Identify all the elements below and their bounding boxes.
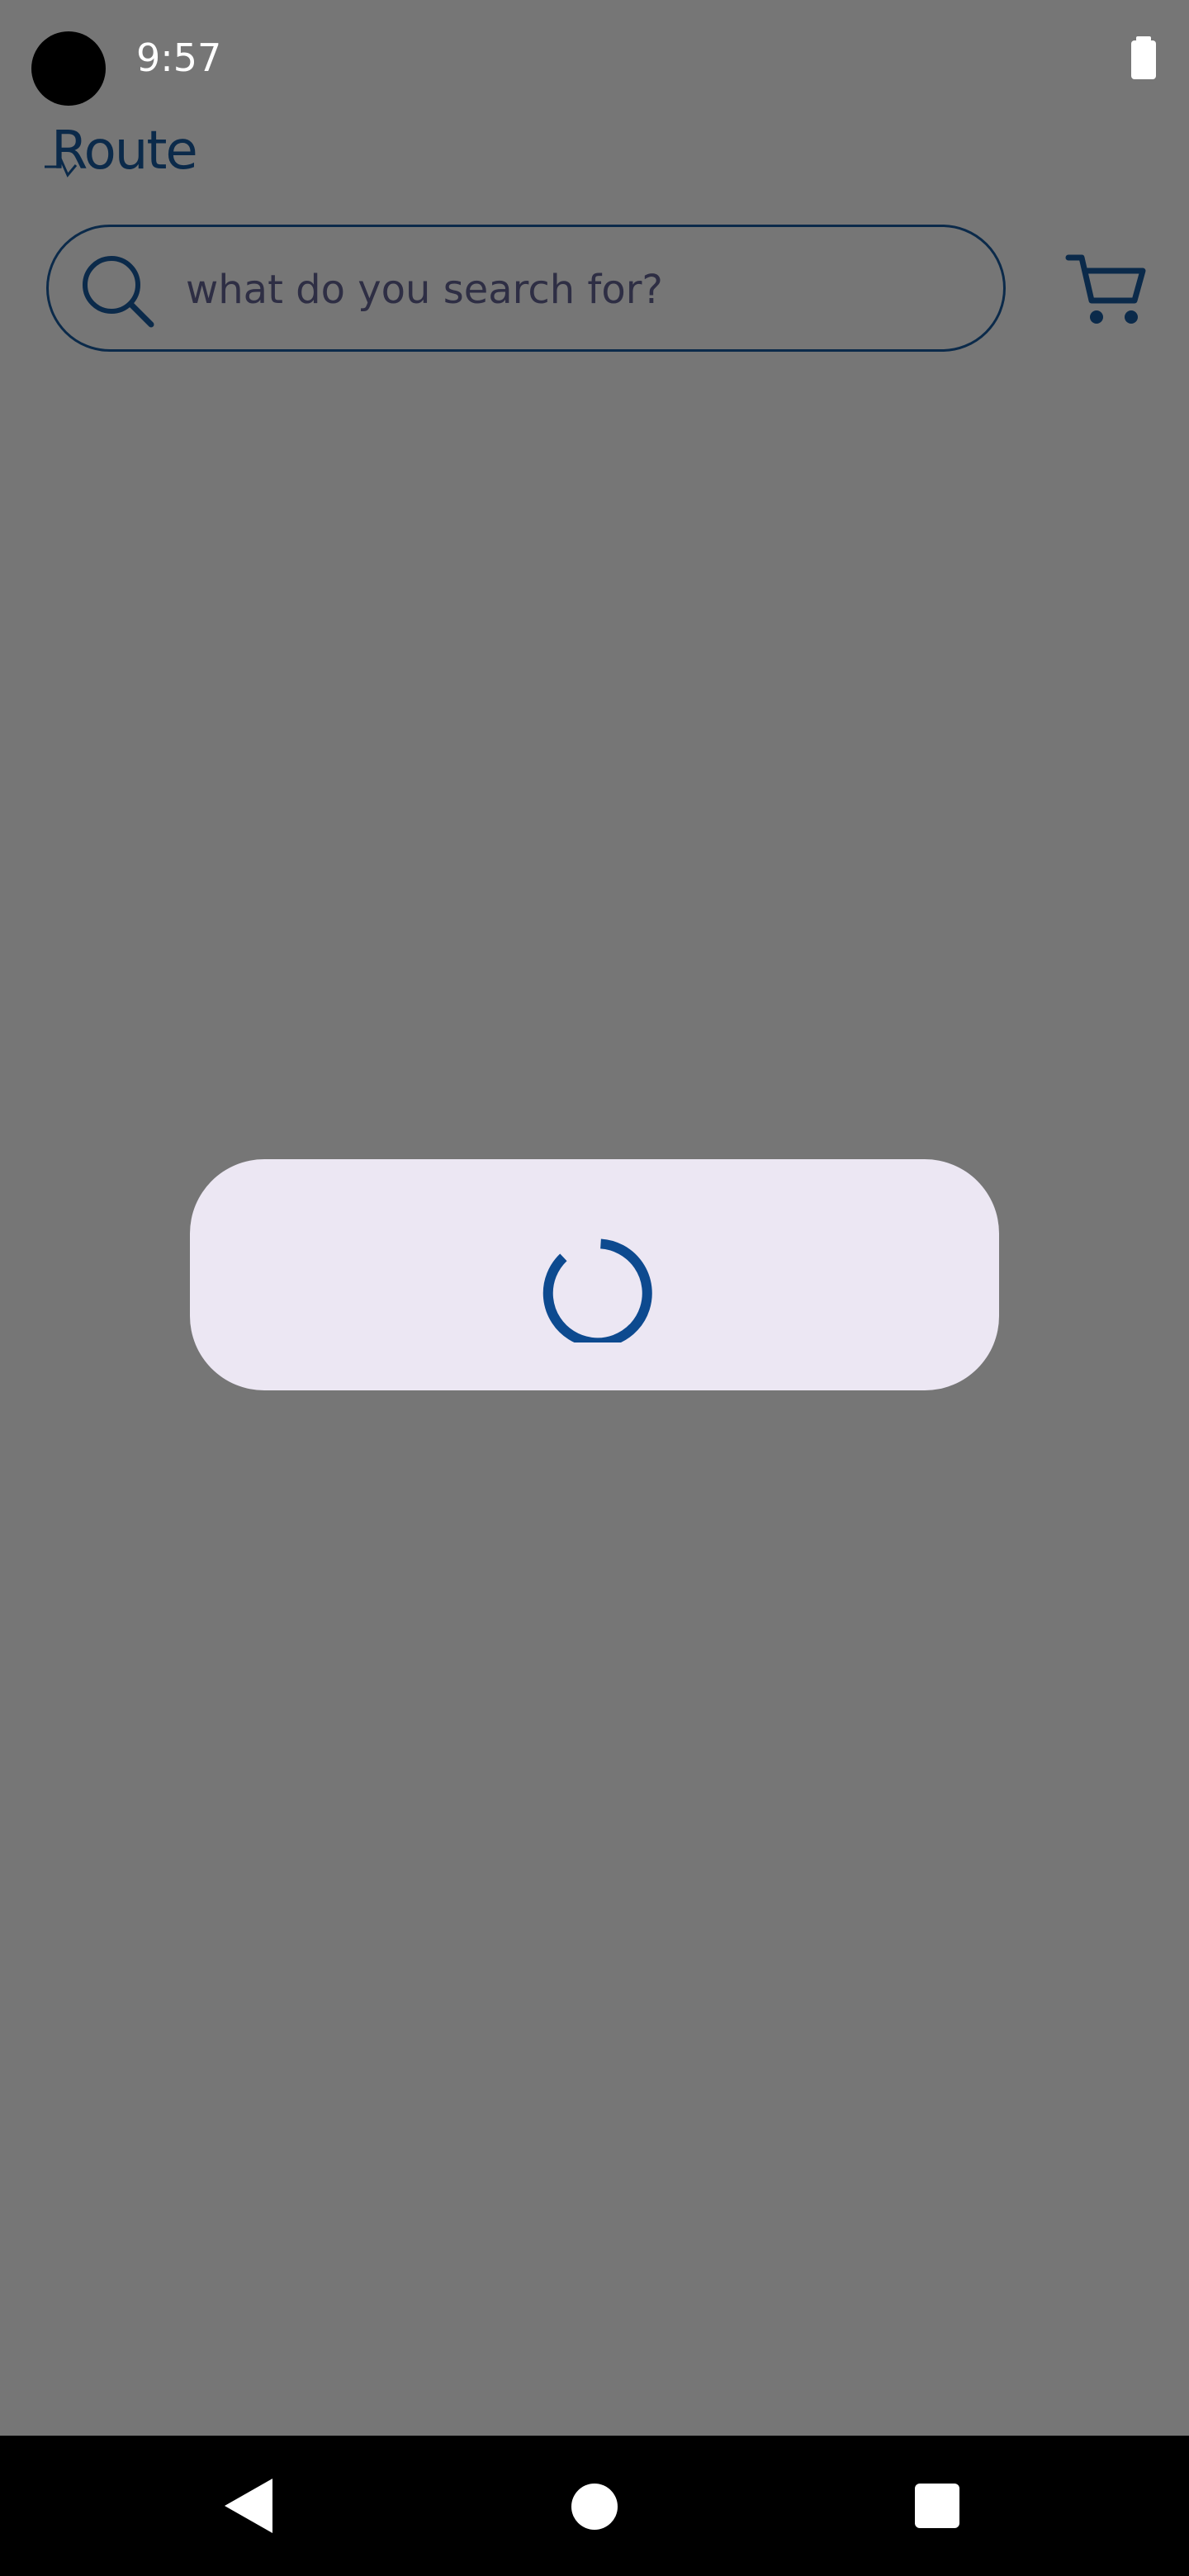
camera-cutout xyxy=(31,31,106,106)
screen: 9:57 Route what do you search for? xyxy=(0,0,1189,2576)
status-time: 9:57 xyxy=(136,36,222,80)
loading-dialog xyxy=(190,1159,999,1390)
status-bar: 9:57 xyxy=(0,0,1189,116)
navigation-bar xyxy=(0,2436,1189,2576)
home-icon[interactable] xyxy=(571,2484,618,2530)
search-input[interactable]: what do you search for? xyxy=(186,263,663,316)
loading-spinner xyxy=(542,1238,652,1342)
recents-icon[interactable] xyxy=(915,2484,959,2528)
search-bar[interactable]: what do you search for? xyxy=(46,225,1006,352)
cart-icon[interactable] xyxy=(1065,248,1148,330)
search-icon[interactable] xyxy=(78,252,156,329)
route-logo: Route xyxy=(45,121,198,178)
back-icon[interactable] xyxy=(223,2477,276,2535)
battery-icon xyxy=(1131,36,1156,79)
